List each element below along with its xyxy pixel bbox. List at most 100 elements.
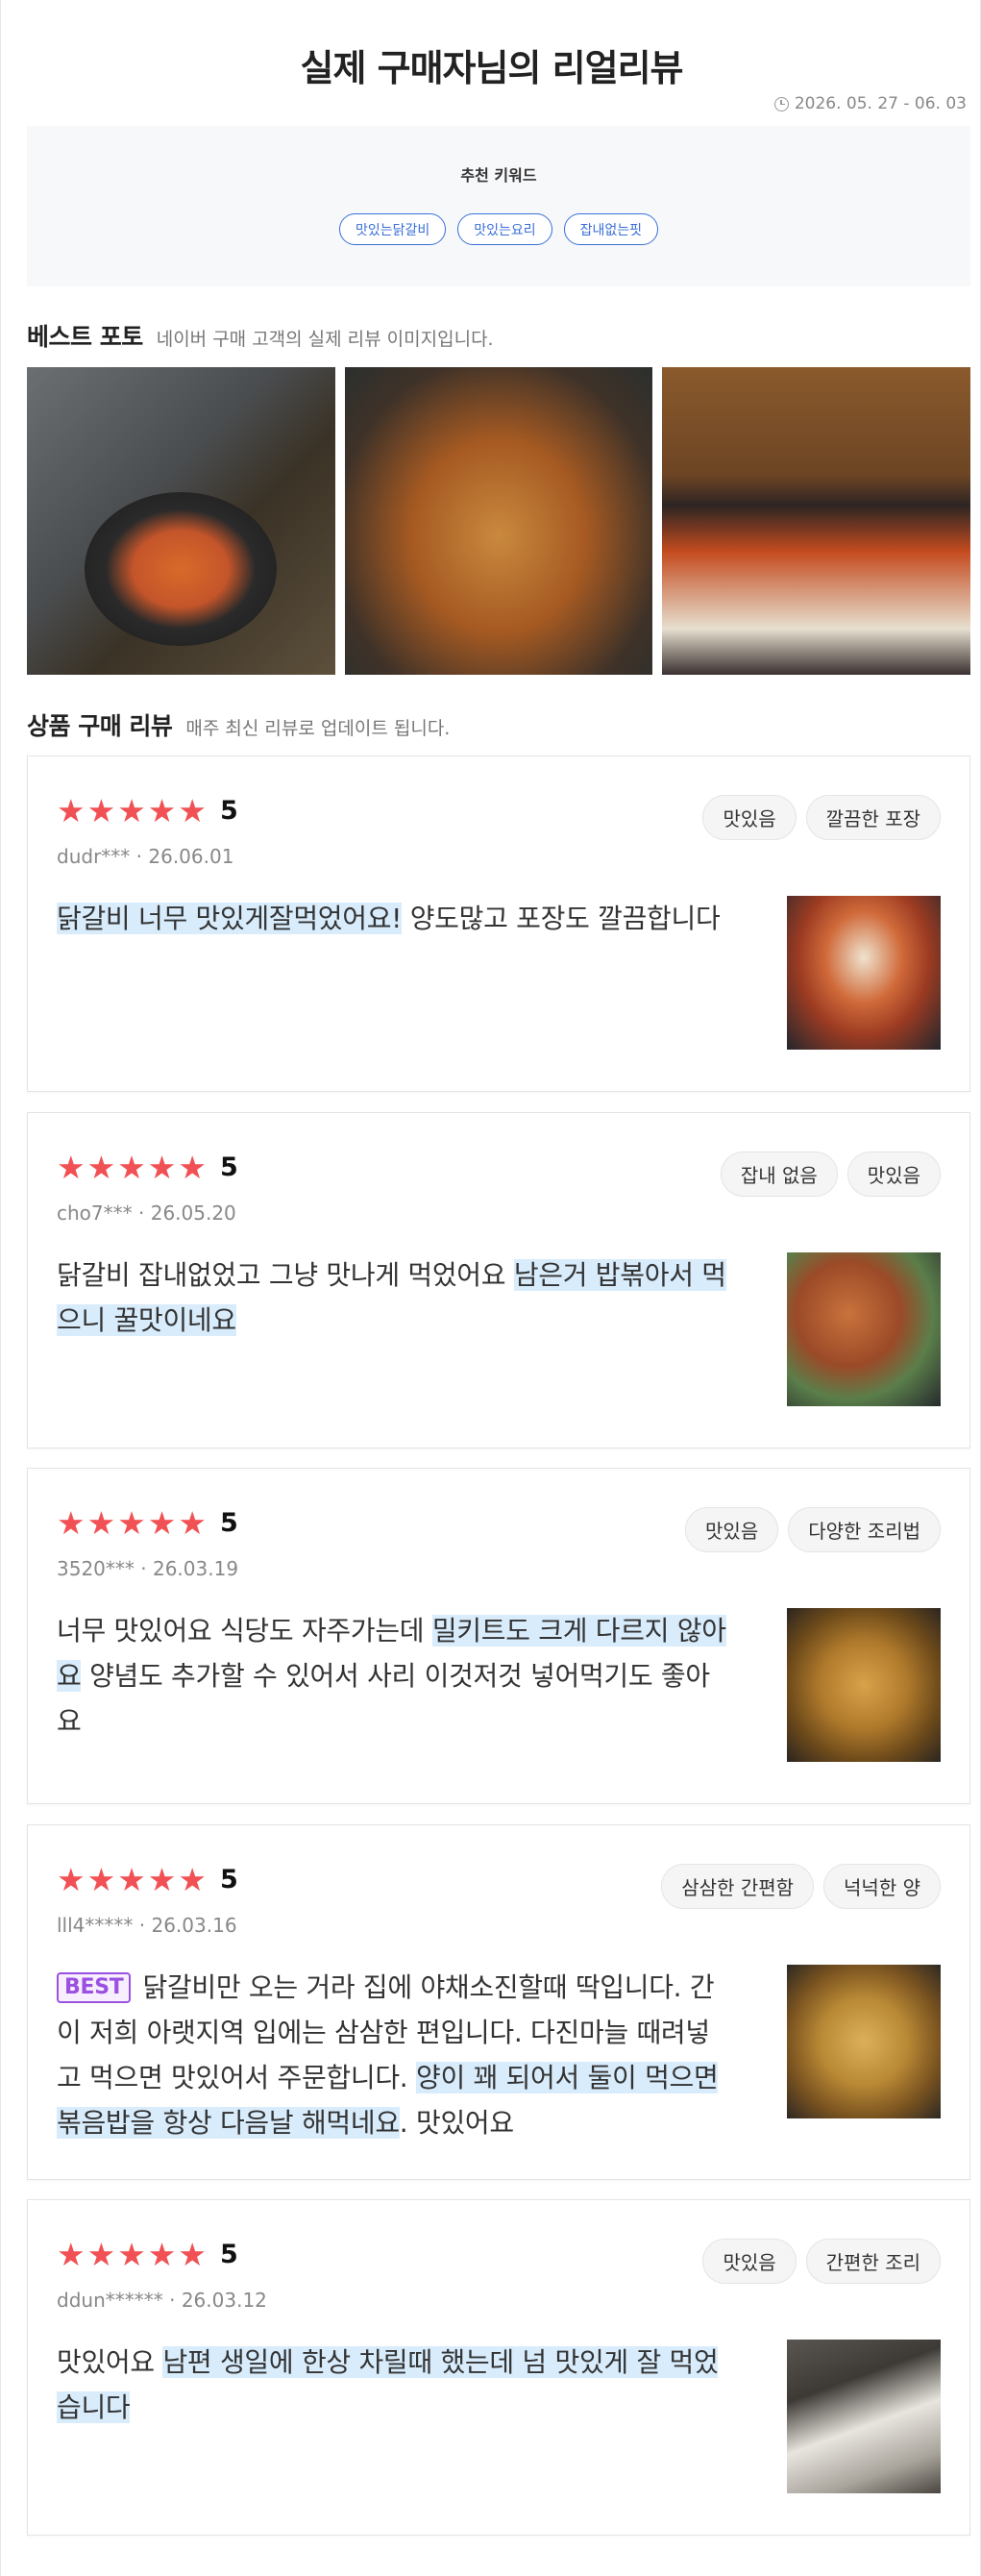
rating: ★ ★ ★ ★ ★ 5 [57, 795, 238, 827]
review-text: 닭갈비 잡내없었고 그냥 맛나게 먹었어요 남은거 밥볶아서 먹으니 꿀맛이네요 [57, 1252, 729, 1343]
star-icon: ★ [147, 792, 177, 830]
review-segment: 너무 맛있어요 식당도 자주가는데 [57, 1615, 432, 1647]
review-meta: dudr*** · 26.06.01 [57, 845, 234, 868]
rating-score: 5 [219, 2240, 238, 2269]
rating: ★ ★ ★ ★ ★ 5 [57, 1507, 238, 1539]
best-photo[interactable] [27, 367, 335, 675]
star-icon: ★ [86, 792, 116, 830]
star-icon: ★ [147, 2236, 177, 2273]
review-photo[interactable] [787, 1608, 941, 1762]
page-title: 실제 구매자님의 리얼리뷰 [300, 47, 683, 89]
reviews-title: 상품 구매 리뷰 [27, 712, 173, 740]
star-icon: ★ [178, 1861, 207, 1898]
best-photo[interactable] [344, 367, 653, 675]
review-tag: 간편한 조리 [805, 2239, 941, 2284]
review-tags: 잡내 없음 맛있음 [720, 1152, 941, 1197]
review-segment: 양념도 추가할 수 있어서 사리 이것저것 넣어먹기도 좋아요 [57, 1660, 710, 1737]
star-icon: ★ [57, 2236, 86, 2273]
review-photo[interactable] [787, 2340, 941, 2493]
reviewer-id: lll4***** [57, 1914, 134, 1937]
review-tag: 넉넉한 양 [823, 1864, 941, 1909]
reviewer-id: cho7*** [57, 1201, 133, 1225]
review-date: 26.06.01 [148, 845, 234, 868]
star-icon: ★ [178, 792, 207, 830]
period-text: 2026. 05. 27 - 06. 03 [794, 94, 967, 113]
best-photo-title: 베스트 포토 [27, 323, 143, 351]
review-photo[interactable] [787, 1965, 941, 2118]
review-text: 닭갈비 너무 맛있게잘먹었어요! 양도많고 포장도 깔끔합니다 [57, 896, 729, 941]
star-icon: ★ [178, 1504, 207, 1542]
review-photo[interactable] [787, 1252, 941, 1406]
star-icon: ★ [117, 2236, 146, 2273]
star-icon: ★ [117, 1504, 146, 1542]
star-icon: ★ [57, 792, 86, 830]
best-photo-header: 베스트 포토 네이버 구매 고객의 실제 리뷰 이미지입니다. [27, 318, 494, 353]
keyword-chip[interactable]: 맛있는요리 [457, 213, 552, 245]
review-date: 26.05.20 [150, 1201, 236, 1225]
star-icon: ★ [178, 2236, 207, 2273]
rating: ★ ★ ★ ★ ★ 5 [57, 1152, 238, 1183]
star-icon: ★ [86, 1861, 116, 1898]
review-tags: 맛있음 깔끔한 포장 [702, 795, 941, 840]
review-tag: 잡내 없음 [720, 1152, 838, 1197]
review-segment: 양도많고 포장도 깔끔합니다 [402, 903, 721, 934]
best-badge: BEST [57, 1972, 132, 2003]
review-tag: 깔끔한 포장 [805, 795, 941, 840]
rating: ★ ★ ★ ★ ★ 5 [57, 1864, 238, 1895]
review-card: ★ ★ ★ ★ ★ 5 lll4***** · 26.03.16 삼삼한 간편함 넉넉한… [27, 1824, 970, 2180]
review-segment: 맛있어요 [57, 2346, 163, 2378]
review-meta: lll4***** · 26.03.16 [57, 1914, 237, 1937]
star-icon: ★ [86, 2236, 116, 2273]
review-meta: ddun****** · 26.03.12 [57, 2289, 267, 2312]
review-text: 맛있어요 남편 생일에 한상 차릴때 했는데 넘 맛있게 잘 먹었습니다 [57, 2340, 729, 2430]
rating-score: 5 [219, 1152, 238, 1182]
rating-score: 5 [219, 1865, 238, 1895]
review-tag: 맛있음 [846, 1152, 941, 1197]
best-photo[interactable] [662, 367, 971, 675]
keyword-box: 추천 키워드 맛있는닭갈비 맛있는요리 잡내없는핏 [27, 126, 970, 286]
review-card: ★ ★ ★ ★ ★ 5 cho7*** · 26.05.20 잡내 없음 맛있음 닭갈비… [27, 1112, 970, 1449]
clock-icon [773, 96, 789, 111]
best-photo-subtitle: 네이버 구매 고객의 실제 리뷰 이미지입니다. [156, 329, 494, 350]
review-card: ★ ★ ★ ★ ★ 5 ddun****** · 26.03.12 맛있음 간편한 조리… [27, 2199, 970, 2536]
star-icon: ★ [57, 1504, 86, 1542]
review-page: 실제 구매자님의 리얼리뷰 2026. 05. 27 - 06. 03 추천 키… [0, 0, 981, 2576]
rating: ★ ★ ★ ★ ★ 5 [57, 2239, 238, 2270]
reviewer-id: dudr*** [57, 845, 131, 868]
star-icon: ★ [117, 792, 146, 830]
star-icon: ★ [86, 1504, 116, 1542]
review-tags: 맛있음 다양한 조리법 [685, 1507, 941, 1552]
review-photo[interactable] [787, 896, 941, 1050]
review-date: 26.03.19 [152, 1557, 239, 1580]
star-icon: ★ [147, 1861, 177, 1898]
review-tag: 맛있음 [702, 2239, 797, 2284]
reviews-header: 상품 구매 리뷰 매주 최신 리뷰로 업데이트 됩니다. [27, 707, 450, 742]
star-icon: ★ [117, 1149, 146, 1186]
keyword-title: 추천 키워드 [460, 166, 537, 185]
review-highlight: 닭갈비 너무 맛있게잘먹었어요! [57, 903, 403, 934]
review-meta: cho7*** · 26.05.20 [57, 1201, 236, 1225]
reviewer-id: 3520*** [57, 1557, 135, 1580]
star-icon: ★ [147, 1504, 177, 1542]
review-tag: 맛있음 [685, 1507, 779, 1552]
star-icon: ★ [117, 1861, 146, 1898]
star-icon: ★ [57, 1149, 86, 1186]
star-icon: ★ [147, 1149, 177, 1186]
review-card: ★ ★ ★ ★ ★ 5 3520*** · 26.03.19 맛있음 다양한 조리법 너… [27, 1468, 970, 1804]
keyword-chip[interactable]: 맛있는닭갈비 [338, 213, 447, 245]
review-date: 26.03.12 [181, 2289, 267, 2312]
reviews-subtitle: 매주 최신 리뷰로 업데이트 됩니다. [185, 718, 451, 739]
review-tag: 맛있음 [702, 795, 797, 840]
best-photo-gallery [27, 367, 971, 675]
review-tag: 삼삼한 간편함 [661, 1864, 815, 1909]
star-icon: ★ [178, 1149, 207, 1186]
star-icon: ★ [86, 1149, 116, 1186]
star-icon: ★ [57, 1861, 86, 1898]
rating-score: 5 [219, 1508, 238, 1538]
rating-score: 5 [219, 796, 238, 826]
review-text: BEST 닭갈비만 오는 거라 집에 야채소진할때 딱입니다. 간이 저희 아랫지… [57, 1965, 729, 2145]
review-date: 26.03.16 [151, 1914, 237, 1937]
reviewer-id: ddun****** [57, 2289, 163, 2312]
keyword-chip[interactable]: 잡내없는핏 [563, 213, 659, 245]
review-card: ★ ★ ★ ★ ★ 5 dudr*** · 26.06.01 맛있음 깔끔한 포장 닭갈… [27, 755, 970, 1092]
